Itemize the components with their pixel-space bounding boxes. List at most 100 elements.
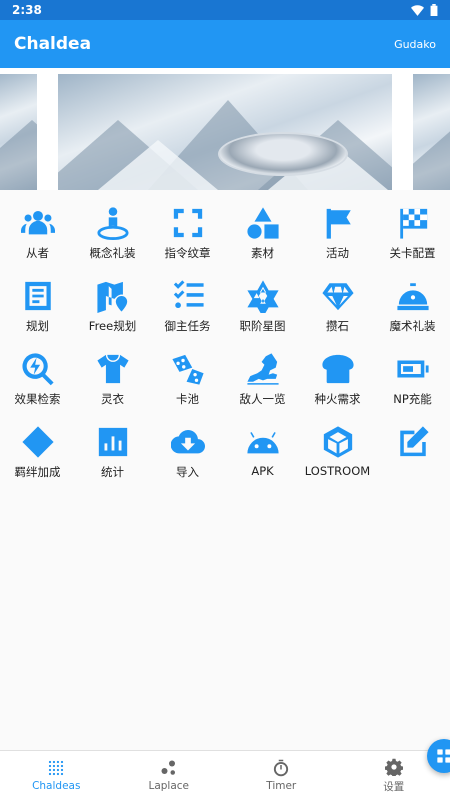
grid-item-craft-essence[interactable]: 概念礼装 (75, 205, 150, 278)
grid-item-label: 御主任务 (164, 319, 211, 333)
cloud-download-icon (170, 424, 206, 460)
feature-grid: 从者 概念礼装 指令纹章 素材 活动 关卡配置 规划 Free规划 御主任务 职… (0, 205, 450, 497)
grid-item-label: 羁绊加成 (14, 465, 61, 479)
grid-item-enemy-list[interactable]: 敌人一览 (225, 351, 300, 424)
status-bar: 2:38 (0, 0, 450, 20)
chaldea-dome-image (218, 132, 348, 176)
banner-slide-next[interactable] (413, 74, 450, 190)
reception-bell-icon (395, 278, 431, 314)
users-icon (20, 205, 56, 241)
search-bolt-icon (20, 351, 56, 387)
map-pin-icon (95, 278, 131, 314)
grid-item-label: 敌人一览 (239, 392, 286, 406)
grid-item-command-code[interactable]: 指令纹章 (150, 205, 225, 278)
nav-label: Chaldeas (32, 780, 81, 792)
person-pin-icon (95, 205, 131, 241)
grid-item-plan[interactable]: 规划 (0, 278, 75, 351)
bottom-navigation: Chaldeas Laplace Timer 设置 (0, 750, 450, 800)
grid-item-statistics[interactable]: 统计 (75, 424, 150, 497)
grid-item-label: 概念礼装 (89, 246, 136, 260)
checklist-icon (170, 278, 206, 314)
checkered-flag-icon (395, 205, 431, 241)
grid-item-label: 素材 (251, 246, 274, 260)
grid-item-label: 攒石 (326, 319, 349, 333)
apps-icon (437, 749, 450, 763)
grid-item-apk[interactable]: APK (225, 424, 300, 497)
nav-label: Laplace (148, 780, 190, 792)
edit-icon (395, 424, 431, 460)
grid-item-edit[interactable] (375, 424, 450, 497)
banner-slide-current[interactable] (58, 74, 392, 190)
grid-item-label: 魔术礼装 (389, 319, 436, 333)
grid-item-costume[interactable]: 灵衣 (75, 351, 150, 424)
grid-item-label: Free规划 (88, 319, 137, 333)
grid-item-label: LOSTROOM (304, 464, 371, 478)
grid-item-label: 种火需求 (314, 392, 361, 406)
grid-item-label: 关卡配置 (389, 246, 436, 260)
nav-item-chaldeas[interactable]: Chaldeas (0, 751, 113, 800)
grid-item-quest-config[interactable]: 关卡配置 (375, 205, 450, 278)
grid-item-label: NP充能 (393, 392, 432, 406)
grid-item-materials[interactable]: 素材 (225, 205, 300, 278)
nav-label: 设置 (383, 780, 405, 793)
grid-item-label: 卡池 (176, 392, 199, 406)
grid-row: 效果检索 灵衣 卡池 敌人一览 种火需求 NP充能 (0, 351, 450, 424)
grid-item-gacha[interactable]: 卡池 (150, 351, 225, 424)
bar-chart-icon (95, 424, 131, 460)
banner-slide-prev[interactable] (0, 74, 37, 190)
wifi-icon (411, 4, 424, 16)
grid-item-label: 导入 (176, 465, 199, 479)
grid-item-label: 规划 (26, 319, 49, 333)
android-icon (245, 424, 281, 460)
app-title: Chaldea (14, 34, 92, 54)
grid-item-bond-bonus[interactable]: 羁绊加成 (0, 424, 75, 497)
nav-item-laplace[interactable]: Laplace (113, 751, 226, 800)
status-icons (411, 4, 438, 16)
grid-item-label: 从者 (26, 246, 49, 260)
grid-item-lostroom[interactable]: LOSTROOM (300, 424, 375, 497)
star-of-david-icon (245, 278, 281, 314)
grid-row: 从者 概念礼装 指令纹章 素材 活动 关卡配置 (0, 205, 450, 278)
flag-icon (320, 205, 356, 241)
shapes-icon (245, 205, 281, 241)
grid-item-class-board[interactable]: 职阶星图 (225, 278, 300, 351)
shirt-icon (95, 351, 131, 387)
timer-icon (274, 759, 289, 777)
grid-item-label: 职阶星图 (239, 319, 286, 333)
app-bar: Chaldea Gudako (0, 20, 450, 68)
bread-icon (320, 351, 356, 387)
grid-item-label: 指令纹章 (164, 246, 211, 260)
grid-item-label: 效果检索 (14, 392, 61, 406)
grid-item-label: 灵衣 (101, 392, 124, 406)
nav-label: Timer (266, 780, 297, 792)
grid-item-mystic-code[interactable]: 魔术礼装 (375, 278, 450, 351)
article-icon (20, 278, 56, 314)
grid-item-effect-search[interactable]: 效果检索 (0, 351, 75, 424)
molecule-icon (161, 760, 175, 775)
dragon-icon (245, 351, 281, 387)
gear-icon (384, 758, 403, 776)
battery-icon (395, 351, 431, 387)
grid-item-ember-demand[interactable]: 种火需求 (300, 351, 375, 424)
crop-free-icon (170, 205, 206, 241)
diamond-icon (20, 424, 56, 460)
grid-item-servant[interactable]: 从者 (0, 205, 75, 278)
battery-status-icon (430, 4, 438, 16)
banner-carousel[interactable] (0, 68, 450, 190)
grid-item-np-charge[interactable]: NP充能 (375, 351, 450, 424)
grid-item-saint-quartz[interactable]: 攒石 (300, 278, 375, 351)
grid-item-label: APK (251, 464, 274, 478)
grid-row: 羁绊加成 统计 导入 APK LOSTROOM (0, 424, 450, 497)
grid-dots-icon (49, 760, 64, 776)
grid-item-master-mission[interactable]: 御主任务 (150, 278, 225, 351)
dice-icon (170, 351, 206, 387)
nav-item-timer[interactable]: Timer (225, 751, 338, 800)
grid-item-import[interactable]: 导入 (150, 424, 225, 497)
status-time: 2:38 (12, 3, 42, 17)
user-name[interactable]: Gudako (394, 38, 436, 51)
grid-item-label: 统计 (101, 465, 124, 479)
grid-item-label: 活动 (326, 246, 349, 260)
unity-icon (320, 424, 356, 460)
grid-item-free-plan[interactable]: Free规划 (75, 278, 150, 351)
grid-item-events[interactable]: 活动 (300, 205, 375, 278)
